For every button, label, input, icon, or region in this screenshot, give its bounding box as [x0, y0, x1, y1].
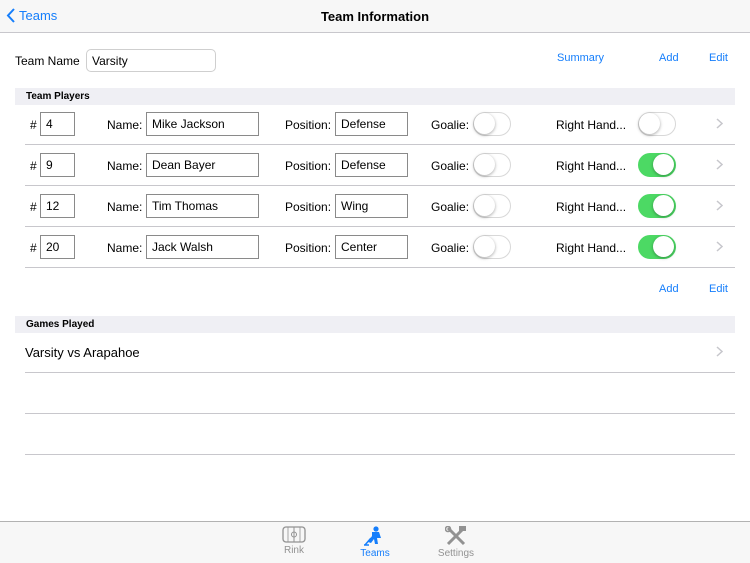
name-label: Name: [107, 241, 143, 255]
player-row[interactable]: # Name: Position: Goalie: Right Hand... [25, 104, 735, 145]
goalie-label: Goalie: [431, 159, 470, 173]
player-position-field[interactable] [335, 235, 408, 259]
tab-settings[interactable]: Settings [426, 526, 486, 559]
tab-label: Settings [437, 548, 475, 559]
player-position-field[interactable] [335, 153, 408, 177]
right-handed-label: Right Hand... [556, 118, 627, 132]
right-handed-toggle[interactable] [638, 112, 676, 136]
toggle-knob [639, 113, 660, 134]
edit-team-button[interactable]: Edit [709, 52, 728, 64]
chevron-right-icon [716, 159, 723, 170]
chevron-right-icon [716, 241, 723, 252]
toggle-knob [474, 113, 495, 134]
player-position-field[interactable] [335, 194, 408, 218]
player-name-field[interactable] [146, 194, 259, 218]
chevron-right-icon [716, 346, 723, 357]
player-name-field[interactable] [146, 153, 259, 177]
goalie-toggle[interactable] [473, 194, 511, 218]
chevron-right-icon [716, 118, 723, 129]
toggle-knob [653, 154, 674, 175]
goalie-toggle[interactable] [473, 112, 511, 136]
toggle-knob [653, 195, 674, 216]
toggle-knob [474, 154, 495, 175]
tools-icon [445, 526, 466, 546]
position-label: Position: [285, 118, 332, 132]
right-handed-label: Right Hand... [556, 241, 627, 255]
player-name-field[interactable] [146, 112, 259, 136]
rink-icon [282, 526, 306, 543]
tab-bar: Rink Teams Settings [0, 521, 750, 563]
player-number-field[interactable] [40, 194, 75, 218]
right-handed-label: Right Hand... [556, 200, 627, 214]
tab-label: Teams [360, 548, 390, 559]
toggle-knob [474, 195, 495, 216]
number-label: # [30, 200, 37, 214]
name-label: Name: [107, 118, 143, 132]
team-name-field[interactable] [86, 49, 216, 72]
tab-rink[interactable]: Rink [264, 526, 324, 556]
summary-button[interactable]: Summary [557, 52, 604, 64]
right-handed-toggle[interactable] [638, 153, 676, 177]
goalie-label: Goalie: [431, 200, 470, 214]
player-row[interactable]: # Name: Position: Goalie: Right Hand... [25, 227, 735, 268]
right-handed-toggle[interactable] [638, 235, 676, 259]
hockey-player-icon [364, 526, 381, 546]
page-title: Team Information [320, 9, 430, 24]
goalie-label: Goalie: [431, 241, 470, 255]
edit-players-button[interactable]: Edit [709, 283, 728, 295]
add-player-button[interactable]: Add [659, 283, 679, 295]
game-title: Varsity vs Arapahoe [25, 345, 140, 360]
position-label: Position: [285, 200, 332, 214]
goalie-toggle[interactable] [473, 235, 511, 259]
number-label: # [30, 159, 37, 173]
name-label: Name: [107, 159, 143, 173]
tab-teams[interactable]: Teams [345, 526, 405, 559]
tab-label: Rink [283, 545, 304, 556]
right-handed-toggle[interactable] [638, 194, 676, 218]
chevron-right-icon [716, 200, 723, 211]
player-position-field[interactable] [335, 112, 408, 136]
add-team-button[interactable]: Add [659, 52, 679, 64]
team-players-header: Team Players [15, 88, 735, 105]
player-number-field[interactable] [40, 235, 75, 259]
number-label: # [30, 118, 37, 132]
goalie-toggle[interactable] [473, 153, 511, 177]
empty-row [25, 373, 735, 414]
goalie-label: Goalie: [431, 118, 470, 132]
navigation-bar: Teams Team Information [0, 0, 750, 33]
empty-row [25, 414, 735, 455]
position-label: Position: [285, 241, 332, 255]
position-label: Position: [285, 159, 332, 173]
toggle-knob [474, 236, 495, 257]
name-label: Name: [107, 200, 143, 214]
right-handed-label: Right Hand... [556, 159, 627, 173]
team-name-label: Team Name [15, 54, 80, 68]
player-row[interactable]: # Name: Position: Goalie: Right Hand... [25, 186, 735, 227]
games-played-header: Games Played [15, 316, 735, 333]
game-row[interactable]: Varsity vs Arapahoe [25, 332, 735, 373]
player-number-field[interactable] [40, 112, 75, 136]
number-label: # [30, 241, 37, 255]
toggle-knob [653, 236, 674, 257]
player-name-field[interactable] [146, 235, 259, 259]
player-row[interactable]: # Name: Position: Goalie: Right Hand... [25, 145, 735, 186]
player-number-field[interactable] [40, 153, 75, 177]
